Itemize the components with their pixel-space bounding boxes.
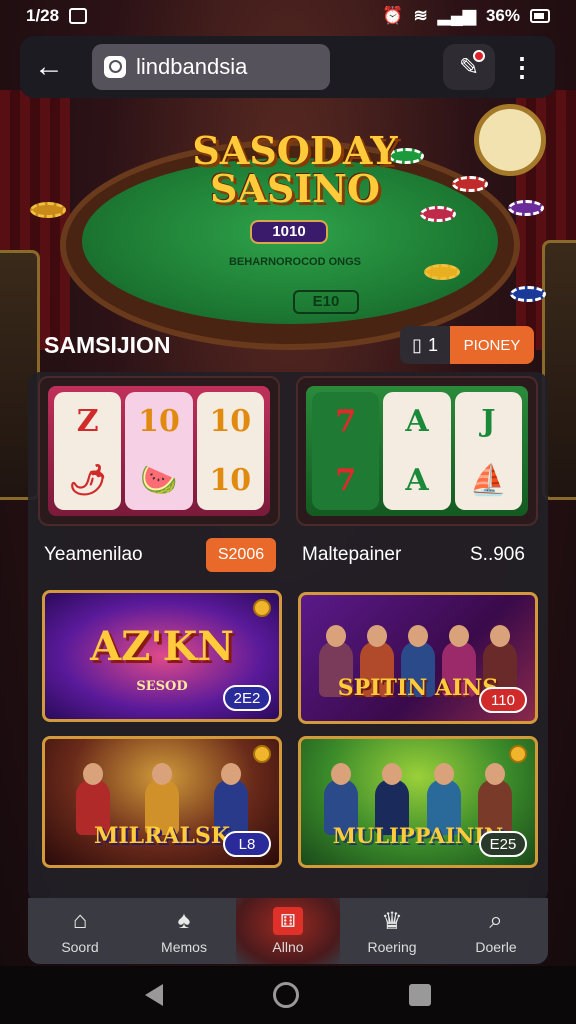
system-home-icon[interactable] — [273, 982, 299, 1008]
search-icon: ⌕ — [489, 907, 503, 934]
reel-symbol: 10 — [138, 404, 180, 439]
reel-symbol: 🌶 — [68, 463, 107, 498]
chip-decor — [30, 202, 66, 218]
reel-symbol: 🍉 — [140, 463, 178, 498]
page-indicator[interactable]: ▯ 1 — [400, 326, 450, 364]
crown-icon: ♛ — [381, 907, 403, 935]
back-arrow-icon[interactable]: ← — [34, 50, 70, 84]
spade-icon: ♠ — [177, 907, 191, 934]
nav-label: Memos — [161, 939, 207, 955]
logo-line-2: SASINO — [210, 166, 380, 211]
game-badge: E25 — [479, 831, 527, 857]
wifi-icon: ≋ — [413, 6, 428, 25]
slot-price: S..906 — [470, 544, 525, 565]
game-card[interactable]: AZ'KN SESOD 2E2 — [42, 590, 282, 722]
reel-symbol: Z — [76, 404, 99, 439]
dice-icon: ⚅ — [273, 907, 303, 935]
slot-reel: A A — [383, 392, 451, 510]
game-card[interactable]: MILRALSK L8 — [42, 736, 282, 868]
slot-machine-card[interactable]: Z 🌶 10 🍉 10 10 — [38, 376, 280, 526]
search-input[interactable] — [136, 54, 306, 80]
chip-decor — [508, 200, 544, 216]
chip-decor — [424, 264, 460, 280]
slot-reels: 7 7 A A J ⛵ — [306, 386, 528, 516]
slot-reel: 10 10 — [196, 392, 264, 510]
reel-symbol: 10 — [209, 404, 252, 439]
logo-line-1: SASODAY — [192, 128, 398, 173]
slot-reel: 10 🍉 — [125, 392, 193, 510]
bottom-navigation: ⌂ Soord ♠ Memos ⚅ Allno ♛ Roering ⌕ Doer… — [28, 898, 548, 964]
nav-item-soord[interactable]: ⌂ Soord — [28, 898, 132, 964]
more-menu-icon[interactable]: ⋮ — [509, 52, 535, 83]
notification-dot — [473, 50, 485, 62]
games-panel: Z 🌶 10 🍉 10 10 7 7 A A J ⛵ Yeamenilao S2… — [28, 372, 548, 902]
battery-icon — [530, 9, 550, 23]
system-recents-icon[interactable] — [409, 984, 431, 1006]
page-number: 1 — [427, 334, 438, 355]
reel-symbol: A — [405, 463, 429, 498]
nav-label: Soord — [61, 939, 99, 955]
slot-label: Maltepainer — [302, 544, 402, 565]
game-badge: 110 — [479, 687, 527, 713]
nav-item-allno[interactable]: ⚅ Allno — [236, 898, 340, 964]
signal-icon: ▂▄▆ — [437, 6, 476, 25]
pioney-button[interactable]: PIONEY — [450, 326, 534, 364]
nav-item-roering[interactable]: ♛ Roering — [340, 898, 444, 964]
notifications-button[interactable]: ✎ — [443, 44, 495, 90]
search-box[interactable] — [92, 44, 330, 90]
nav-item-memos[interactable]: ♠ Memos — [132, 898, 236, 964]
logo-sub-badge: 1010 — [250, 220, 328, 244]
reel-symbol: 7 — [335, 463, 357, 498]
chip-decor — [510, 286, 546, 302]
chip-decor — [452, 176, 488, 192]
game-card[interactable]: SPITIN AINS 110 — [298, 592, 538, 724]
alarm-icon: ⏰ — [382, 6, 404, 25]
game-badge: 2E2 — [223, 685, 271, 711]
system-navigation-bar — [0, 966, 576, 1024]
coin-icon — [253, 599, 271, 617]
slot-machine-card[interactable]: 7 7 A A J ⛵ — [296, 376, 538, 526]
coin-icon — [509, 745, 527, 763]
game-title: AZ'KN — [90, 623, 234, 670]
section-title: SAMSIJION — [44, 331, 171, 358]
nav-label: Doerle — [475, 939, 517, 955]
search-icon — [104, 56, 126, 78]
notification-icon — [69, 8, 88, 24]
game-card[interactable]: MULIPPAININ E25 — [298, 736, 538, 868]
felt-text: BEHARNOROCOD ONGS — [228, 256, 361, 268]
slot-label: Yeamenilao — [44, 544, 143, 565]
status-bar: 1/28 ⏰ ≋ ▂▄▆ 36% — [0, 0, 576, 32]
slot-reel: J ⛵ — [454, 392, 522, 510]
wall-clock-decor — [474, 104, 546, 176]
section-header: SAMSIJION ▯ 1 PIONEY — [44, 326, 534, 364]
reel-symbol: ⛵ — [469, 463, 507, 498]
home-icon: ⌂ — [72, 907, 88, 934]
casino-logo-title: SASODAY SASINO — [190, 132, 400, 208]
nav-label: Roering — [367, 939, 417, 955]
game-badge: L8 — [223, 831, 271, 857]
battery-percent: 36% — [485, 6, 520, 25]
coin-icon — [253, 745, 271, 763]
nav-item-doerle[interactable]: ⌕ Doerle — [444, 898, 548, 964]
slot-price-badge[interactable]: S2006 — [206, 538, 276, 572]
chip-decor — [420, 206, 456, 222]
top-app-bar: ← ✎ ⋮ — [20, 36, 555, 98]
system-back-icon[interactable] — [145, 984, 163, 1006]
felt-badge: E10 — [293, 290, 359, 314]
slot-reel: 7 7 — [312, 392, 380, 510]
reel-symbol: 10 — [209, 463, 252, 498]
status-time: 1/28 — [26, 6, 60, 25]
page-icon: ▯ — [412, 334, 422, 355]
reel-symbol: A — [405, 404, 429, 439]
nav-label: Allno — [272, 939, 304, 955]
pager: ▯ 1 PIONEY — [400, 326, 534, 364]
reel-symbol: 7 — [335, 404, 357, 439]
reel-symbol: J — [481, 404, 496, 439]
slot-reel: Z 🌶 — [54, 392, 122, 510]
slot-reels: Z 🌶 10 🍉 10 10 — [48, 386, 270, 516]
